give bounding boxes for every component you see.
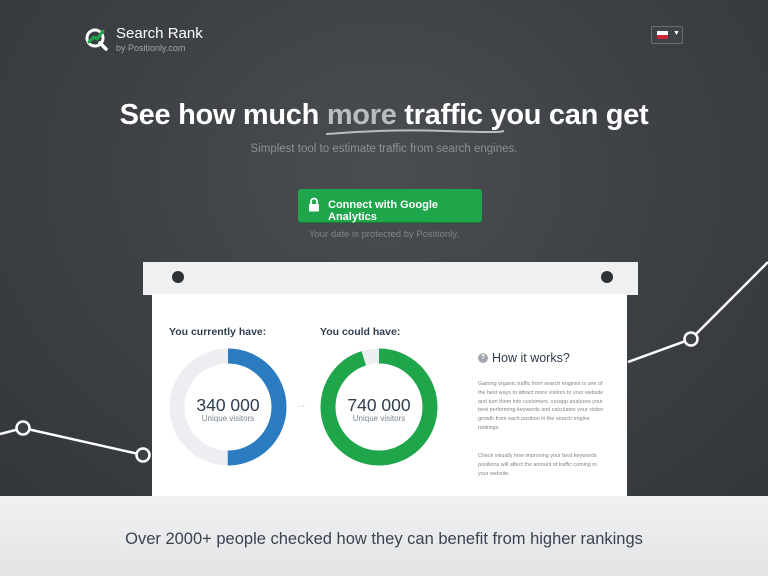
brand-name[interactable]: Search Rank [116, 25, 203, 42]
arrow-right-icon: → [295, 397, 307, 411]
protection-note: Your date is protected by Positionly. [309, 229, 459, 240]
how-it-works-paragraph-2: Check visually how improving your best k… [478, 453, 597, 477]
poland-flag-icon [657, 31, 668, 39]
potential-visitors-value: 740 000 [347, 395, 411, 415]
current-visitors-value: 340 000 [196, 395, 260, 415]
potential-label: You could have: [320, 326, 401, 338]
trend-point [135, 447, 151, 463]
how-it-works-title: How it works? [492, 351, 570, 365]
language-selector[interactable]: ▼ [651, 26, 683, 44]
connect-google-analytics-button[interactable]: Connect with Google Analytics [298, 189, 482, 223]
headline-start: See how much [119, 99, 327, 131]
how-it-works-paragraph-1: Gaining organic traffic from search engi… [478, 381, 604, 431]
headline-underline [326, 129, 505, 135]
trend-point [683, 331, 699, 347]
current-visitors-unit: Unique visitors [201, 414, 255, 423]
card-header-strip [143, 262, 638, 295]
pin-left [172, 271, 184, 283]
magnifier-icon[interactable] [83, 26, 109, 52]
connect-button-label: Connect with Google Analytics [328, 199, 438, 223]
potential-visitors-unit: Unique visitors [352, 414, 406, 423]
caret-down-icon: ▼ [673, 30, 680, 37]
question-icon: ? [478, 353, 488, 363]
footer-text: Over 2000+ people checked how they can b… [125, 530, 643, 548]
page-subtitle: Simplest tool to estimate traffic from s… [250, 143, 518, 155]
current-label: You currently have: [169, 326, 267, 338]
pin-right [601, 271, 613, 283]
brand-byline: by Positionly.com [116, 43, 186, 53]
lock-icon [309, 197, 319, 212]
trend-point [15, 420, 31, 436]
